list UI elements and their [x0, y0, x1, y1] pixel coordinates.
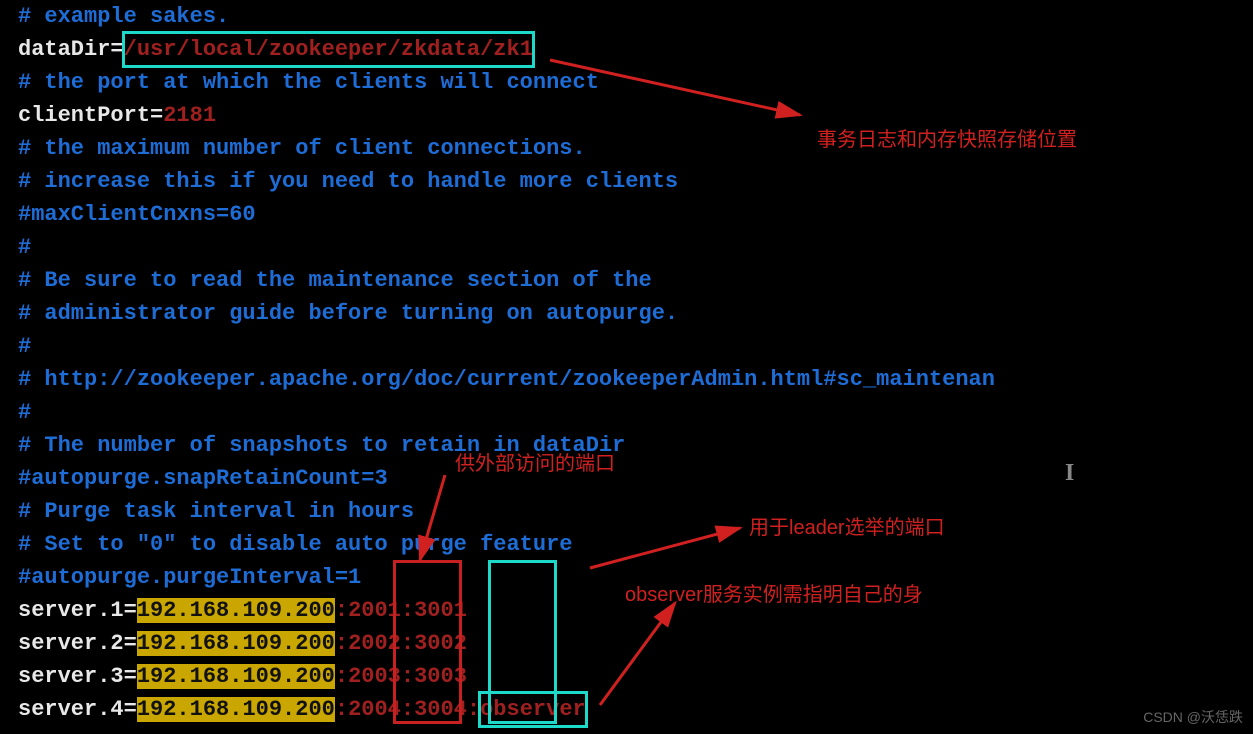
config-comment: # the port at which the clients will con…: [18, 70, 599, 95]
config-comment: # http://zookeeper.apache.org/doc/curren…: [18, 367, 995, 392]
config-comment: # Set to "0" to disable auto purge featu…: [18, 532, 573, 557]
server1-port1: 2001: [348, 598, 401, 623]
config-comment: #: [18, 400, 31, 425]
server3-port1: 2003: [348, 664, 401, 689]
annotation-observer: observer服务实例需指明自己的身: [625, 580, 923, 610]
clientport-value: 2181: [163, 103, 216, 128]
config-comment: # increase this if you need to handle mo…: [18, 169, 678, 194]
clientport-key: clientPort=: [18, 103, 163, 128]
config-comment: # the maximum number of client connectio…: [18, 136, 586, 161]
colon: :: [467, 697, 480, 722]
text-cursor-icon: I: [1065, 455, 1074, 491]
colon: :: [335, 598, 348, 623]
datadir-key: dataDir=: [18, 37, 124, 62]
server4-key: server.4=: [18, 697, 137, 722]
config-comment: # Purge task interval in hours: [18, 499, 414, 524]
server4-ip: 192.168.109.200: [137, 697, 335, 722]
server4-port1: 2004: [348, 697, 401, 722]
colon: :: [335, 631, 348, 656]
config-comment: #autopurge.purgeInterval=1: [18, 565, 361, 590]
port2-column-highlight: [490, 562, 555, 722]
server1-ip: 192.168.109.200: [137, 598, 335, 623]
colon: :: [335, 664, 348, 689]
server3-ip: 192.168.109.200: [137, 664, 335, 689]
datadir-value: /usr/local/zookeeper/zkdata/zk1: [124, 33, 533, 66]
config-comment: # example sakes.: [18, 4, 229, 29]
port1-column-highlight: [395, 562, 460, 722]
server2-ip: 192.168.109.200: [137, 631, 335, 656]
config-comment: #maxClientCnxns=60: [18, 202, 256, 227]
watermark: CSDN @沃恁跌: [1143, 707, 1243, 728]
annotation-external-port: 供外部访问的端口: [455, 449, 615, 479]
annotation-datadir: 事务日志和内存快照存储位置: [817, 125, 1077, 155]
annotation-leader-port: 用于leader选举的端口: [749, 513, 945, 543]
config-comment: #: [18, 235, 31, 260]
server2-port1: 2002: [348, 631, 401, 656]
server3-key: server.3=: [18, 664, 137, 689]
config-comment: # administrator guide before turning on …: [18, 301, 678, 326]
config-comment: # Be sure to read the maintenance sectio…: [18, 268, 652, 293]
server1-key: server.1=: [18, 598, 137, 623]
config-comment: #: [18, 334, 31, 359]
colon: :: [335, 697, 348, 722]
server2-key: server.2=: [18, 631, 137, 656]
config-comment: #autopurge.snapRetainCount=3: [18, 466, 388, 491]
